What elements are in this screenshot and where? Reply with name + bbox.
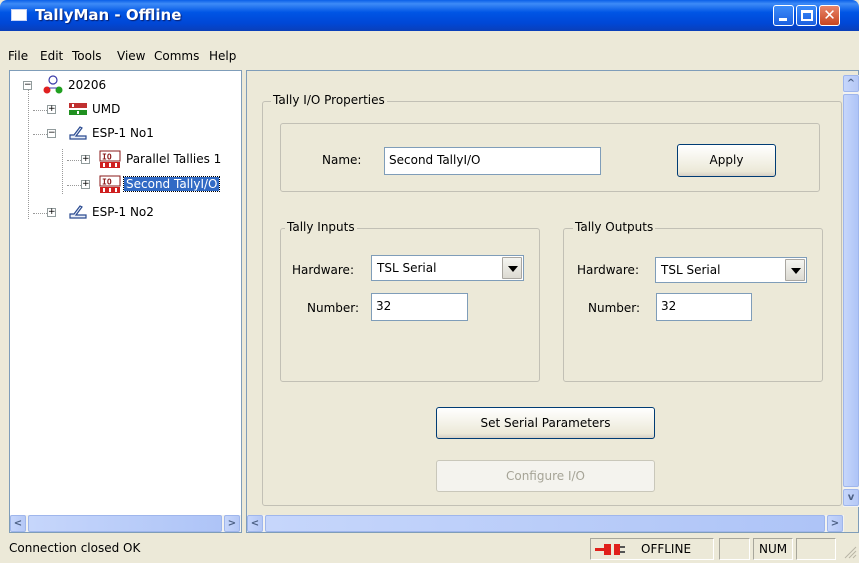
tree-node-esp1-no2[interactable]: + ESP-1 No2 [10,204,240,222]
menu-file[interactable]: File [8,49,28,63]
scroll-up-button[interactable]: ^ [843,75,859,92]
scroll-down-button[interactable]: v [843,489,859,506]
tree-horizontal-scrollbar[interactable]: < > [10,515,241,532]
outputs-number-input[interactable]: 32 [656,293,752,321]
chevron-right-icon: > [830,518,840,529]
expand-icon[interactable]: + [47,105,56,114]
plug-disconnected-icon [595,544,625,555]
tree-label-root: 20206 [68,78,107,92]
group-title: Tally I/O Properties [271,93,387,107]
chevron-left-icon: < [250,518,260,529]
inputs-number-input[interactable]: 32 [371,293,468,321]
device-icon [69,126,87,140]
app-icon [11,9,27,21]
window-title: TallyMan - Offline [35,6,182,24]
connection-status-pane: OFFLINE [590,538,714,560]
close-icon: ✕ [823,6,836,24]
tree-connector [67,185,81,186]
inputs-hardware-value: TSL Serial [377,261,437,275]
chevron-up-icon: ^ [846,78,856,89]
configure-io-button[interactable]: Configure I/O [436,460,655,492]
menu-comms[interactable]: Comms [154,49,199,63]
outputs-number-label: Number: [588,301,641,315]
tree-node-parallel-tallies[interactable]: + IO Parallel Tallies 1 [10,150,240,169]
status-pane-empty [719,538,750,560]
set-serial-parameters-button[interactable]: Set Serial Parameters [436,407,655,439]
num-lock-pane: NUM [753,538,793,560]
properties-panel: Tally I/O Properties Name: Second TallyI… [246,70,859,533]
umd-icon [69,103,87,115]
inputs-number-label: Number: [307,301,360,315]
minimize-icon [779,18,787,21]
tree-node-second-tally-io[interactable]: + IO Second TallyI/O [10,175,240,194]
scroll-right-button[interactable]: > [224,515,240,532]
properties-horizontal-scrollbar[interactable]: < > [247,515,844,532]
minimize-button[interactable] [773,5,794,26]
expand-icon[interactable]: + [81,155,90,164]
tree-connector [33,134,47,135]
expand-icon[interactable]: + [81,180,90,189]
maximize-button[interactable] [796,5,817,26]
tree-connector [67,160,81,161]
menu-help[interactable]: Help [209,49,236,63]
scroll-thumb[interactable] [843,94,859,487]
scroll-thumb[interactable] [265,515,825,532]
expand-icon[interactable]: + [47,208,56,217]
status-message: Connection closed OK [9,541,141,555]
name-label: Name: [322,153,362,167]
name-input[interactable]: Second TallyI/O [384,147,601,175]
chevron-right-icon: > [227,518,237,529]
inputs-hardware-label: Hardware: [292,263,354,277]
menu-bar: File Edit Tools View Comms Help [0,43,859,69]
collapse-icon[interactable]: − [23,81,32,90]
tree-view[interactable]: − 20206 + UMD − ESP-1 No1 + IO Parallel … [9,70,242,533]
outputs-hardware-value: TSL Serial [661,263,721,277]
device-icon [69,205,87,219]
main-window: TallyMan - Offline ✕ File Edit Tools Vie… [0,0,859,563]
outputs-hardware-label: Hardware: [577,263,639,277]
connection-status: OFFLINE [641,542,692,556]
resize-grip-icon[interactable] [843,545,857,559]
collapse-icon[interactable]: − [47,129,56,138]
num-lock-indicator: NUM [759,542,788,556]
inputs-hardware-select[interactable]: TSL Serial [371,255,524,281]
chevron-down-icon: v [847,492,855,503]
tally-io-icon: IO [99,175,121,193]
title-bar[interactable]: TallyMan - Offline ✕ [0,0,859,31]
scroll-left-button[interactable]: < [10,515,26,532]
tree-label-parallel-tallies: Parallel Tallies 1 [126,152,222,166]
tree-label-umd: UMD [92,102,121,116]
network-icon [43,75,63,94]
status-pane-empty [796,538,836,560]
tally-io-icon: IO [99,150,121,168]
tree-node-esp1-no1[interactable]: − ESP-1 No1 [10,125,240,143]
tree-node-umd[interactable]: + UMD [10,101,240,119]
scroll-thumb[interactable] [28,515,222,532]
tally-outputs-title: Tally Outputs [573,220,656,234]
properties-vertical-scrollbar[interactable]: ^ v [843,75,859,507]
tree-label-second-tally-io: Second TallyI/O [122,176,221,192]
scroll-right-button[interactable]: > [827,515,843,532]
tree-node-root[interactable]: − 20206 [10,75,240,95]
tree-label-esp1-no1: ESP-1 No1 [92,126,154,140]
tree-connector [33,110,47,111]
menu-edit[interactable]: Edit [40,49,63,63]
apply-button[interactable]: Apply [677,144,776,177]
tree-label-esp1-no2: ESP-1 No2 [92,205,154,219]
outputs-hardware-select[interactable]: TSL Serial [655,257,807,283]
maximize-icon [801,10,813,21]
chevron-left-icon: < [13,518,23,529]
tally-inputs-title: Tally Inputs [285,220,357,234]
chevron-down-icon[interactable] [502,257,522,279]
menu-tools[interactable]: Tools [72,49,102,63]
close-button[interactable]: ✕ [819,5,840,26]
menu-view[interactable]: View [117,49,145,63]
svg-text:IO: IO [102,153,112,162]
status-bar: Connection closed OK OFFLINE NUM [0,535,859,563]
chevron-down-icon[interactable] [785,259,805,281]
scroll-left-button[interactable]: < [247,515,263,532]
svg-text:IO: IO [102,178,112,187]
tree-connector [33,213,47,214]
